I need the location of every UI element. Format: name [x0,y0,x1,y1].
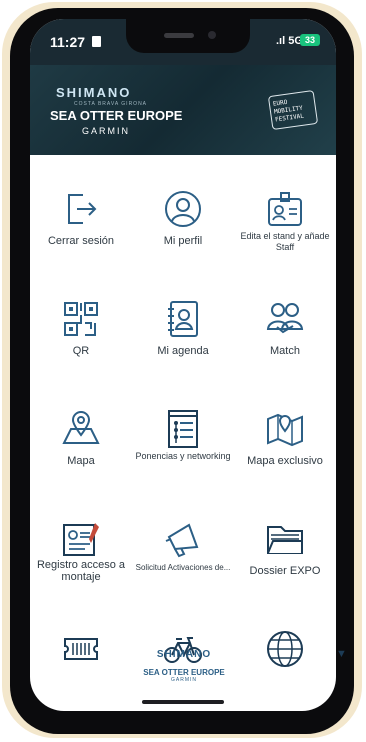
menu-label: Registro acceso a montaje [36,559,126,583]
ticket-icon [64,638,98,660]
menu-item-dossier-expo[interactable]: Dossier EXPO [234,485,336,595]
menu-item-mi-agenda[interactable]: Mi agenda [132,265,234,375]
menu-item-match[interactable]: Match [234,265,336,375]
notch [126,19,250,53]
app-screen: 11:27 .ıl 5G 33 SHIMANO COSTA BRAVA GIRO… [30,19,336,711]
id-badge-icon [268,192,302,226]
people-match-icon [266,303,304,334]
menu-label: Mapa [67,455,95,467]
logout-icon [68,194,97,224]
map-pin-icon [62,411,100,444]
home-indicator[interactable] [142,700,224,704]
menu-label: Dossier EXPO [249,565,321,577]
banner-event-title: SEA OTTER EUROPE [50,108,183,123]
menu-item-qr[interactable]: QR [30,265,132,375]
event-banner: SHIMANO COSTA BRAVA GIRONA SEA OTTER EUR… [30,65,336,155]
footer-sponsor: GARMIN [171,677,197,683]
folded-map-icon [267,413,303,447]
banner-sponsor: GARMIN [82,126,130,136]
menu-label: Solicitud Activaciones de... [135,563,231,572]
menu-label: QR [72,345,90,357]
status-time: 11:27 [50,34,86,50]
footer-event: SEA OTTER EUROPE [143,668,225,677]
scroll-down-icon[interactable]: ▼ [336,648,347,660]
user-profile-icon [165,191,201,227]
globe-icon [267,631,303,667]
menu-label: Match [270,345,300,357]
menu-item-mapa[interactable]: Mapa [30,375,132,485]
menu-item-registro-acceso[interactable]: Registro acceso a montaje [30,485,132,595]
address-book-icon [168,301,198,337]
menu-label: Ponencias y networking [135,451,231,461]
battery-icon: 33 [300,34,320,46]
menu-item-tickets[interactable] [30,595,132,705]
menu-label: Cerrar sesión [47,235,115,247]
menu-label: Mapa exclusivo [247,455,323,467]
menu-item-ponencias[interactable]: Ponencias y networking [132,375,234,485]
banner-brand: SHIMANO [56,85,132,100]
menu-item-edita-stand[interactable]: Edita el stand y añade Staff [234,155,336,265]
qr-code-icon [64,302,98,336]
status-bar: 11:27 .ıl 5G 33 [30,19,336,65]
euro-mobility-badge: EURO MOBILITY FESTIVAL [267,89,319,131]
camera-icon [208,31,216,39]
signal-icon: .ıl [276,35,289,47]
list-document-icon [168,410,198,448]
speaker-icon [164,33,194,38]
footer-logo: SHIMANO SEA OTTER EUROPE GARMIN [142,649,226,699]
folder-icon [267,526,303,554]
footer-brand: SHIMANO [156,649,212,660]
banner-tagline: COSTA BRAVA GIRONA [74,101,148,107]
menu-label: Mi perfil [163,235,203,247]
menu-grid: Cerrar sesión Mi perfil Edita el stand y… [30,155,336,711]
registration-form-icon [63,523,99,556]
menu-item-cerrar-sesion[interactable]: Cerrar sesión [30,155,132,265]
menu-item-globe[interactable] [234,595,336,705]
menu-item-mi-perfil[interactable]: Mi perfil [132,155,234,265]
menu-label: Mi agenda [157,345,209,357]
megaphone-icon [165,523,199,558]
menu-item-mapa-exclusivo[interactable]: Mapa exclusivo [234,375,336,485]
signal-network: .ıl 5G [276,35,303,47]
menu-item-solicitud[interactable]: Solicitud Activaciones de... [132,485,234,595]
menu-label: Edita el stand y añade Staff [240,231,330,252]
sim-icon [92,36,101,47]
